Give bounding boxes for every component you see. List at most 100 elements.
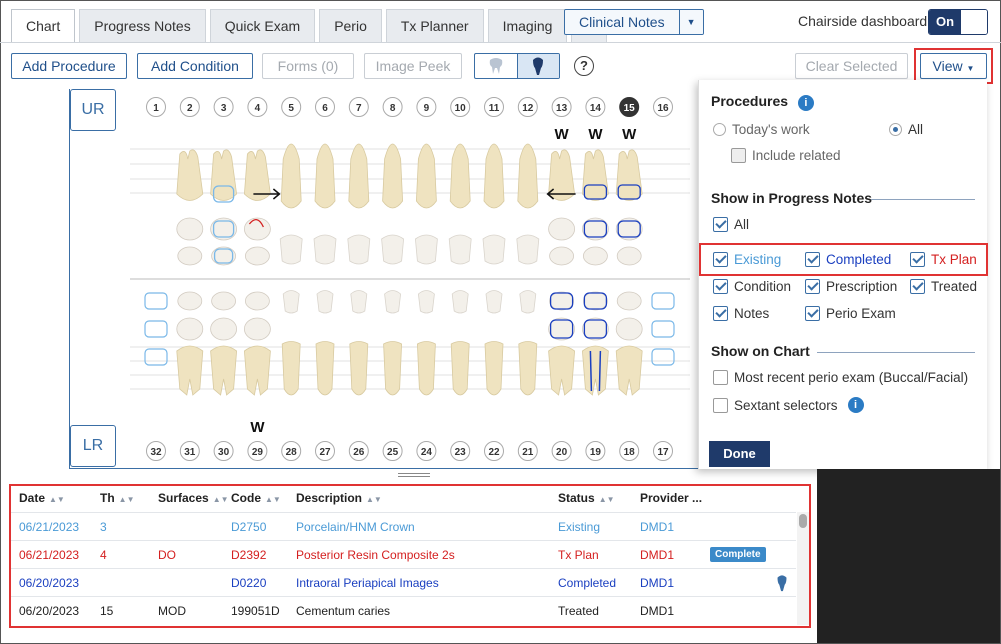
tooth-incisal[interactable] xyxy=(279,234,303,265)
tooth-upper[interactable] xyxy=(449,143,471,209)
tab-quick-exam[interactable]: Quick Exam xyxy=(209,9,316,42)
tooth-number[interactable]: 28 xyxy=(286,447,298,458)
chairside-toggle[interactable]: On xyxy=(928,9,988,35)
image-peek-button[interactable]: Image Peek xyxy=(364,53,462,79)
tooth-lower[interactable] xyxy=(176,345,204,396)
tooth-occlusal[interactable] xyxy=(176,217,204,241)
clinical-notes-dropdown[interactable]: ▼ xyxy=(678,10,703,34)
tooth-upper[interactable] xyxy=(615,149,643,201)
tab-imaging[interactable]: Imaging xyxy=(487,9,568,42)
tooth-upper[interactable] xyxy=(348,143,370,209)
tooth-incisal[interactable] xyxy=(516,234,540,265)
tooth-incisal[interactable] xyxy=(381,234,405,265)
tooth-occlusal[interactable] xyxy=(615,317,643,341)
tooth-number[interactable]: 29 xyxy=(252,447,264,458)
tooth-incisal[interactable] xyxy=(616,246,642,266)
tooth-lower[interactable] xyxy=(581,345,609,396)
tooth-incisal[interactable] xyxy=(451,290,469,314)
tooth-incisal[interactable] xyxy=(177,291,203,311)
treated-checkbox[interactable]: Treated xyxy=(910,279,977,294)
tooth-number[interactable]: 14 xyxy=(590,103,602,114)
tooth-lower[interactable] xyxy=(615,345,643,396)
tooth-lower[interactable] xyxy=(243,345,271,396)
tooth-number[interactable]: 20 xyxy=(556,447,568,458)
tooth-lower[interactable] xyxy=(548,345,576,396)
tab-perio[interactable]: Perio xyxy=(319,9,382,42)
tooth-lower[interactable] xyxy=(315,341,335,396)
tooth-number[interactable]: 25 xyxy=(387,447,399,458)
clear-selected-button[interactable]: Clear Selected xyxy=(795,53,908,79)
notes-checkbox[interactable]: Notes xyxy=(713,306,769,321)
tooth-occlusal[interactable] xyxy=(243,317,271,341)
tooth-number[interactable]: 15 xyxy=(624,103,636,114)
tooth-upper[interactable] xyxy=(210,149,238,201)
tooth-upper[interactable] xyxy=(581,149,609,201)
tooth-lower[interactable] xyxy=(383,341,403,396)
tooth-lower[interactable] xyxy=(416,341,436,396)
tooth-occlusal[interactable] xyxy=(176,317,204,341)
tooth-upper[interactable] xyxy=(415,143,437,209)
tooth-number[interactable]: 12 xyxy=(522,103,534,114)
tooth-lower[interactable] xyxy=(450,341,470,396)
tooth-number[interactable]: 31 xyxy=(184,447,196,458)
tooth-number[interactable]: 2 xyxy=(187,103,193,114)
info-icon[interactable]: i xyxy=(847,397,864,413)
tooth-incisal[interactable] xyxy=(414,234,438,265)
tooth-number[interactable]: 21 xyxy=(522,447,534,458)
tooth-root-view-button[interactable] xyxy=(516,54,559,78)
missing-tooth-marker[interactable] xyxy=(144,292,168,310)
help-icon[interactable]: ? xyxy=(574,56,594,76)
prescription-checkbox[interactable]: Prescription xyxy=(805,279,897,294)
tooth-incisal[interactable] xyxy=(583,291,608,311)
tooth-incisal[interactable] xyxy=(485,290,503,314)
tooth-lower[interactable] xyxy=(349,341,369,396)
tooth-number[interactable]: 19 xyxy=(590,447,602,458)
tooth-number[interactable]: 23 xyxy=(455,447,467,458)
missing-tooth-marker[interactable] xyxy=(144,320,168,338)
tooth-incisal[interactable] xyxy=(177,246,203,266)
tooth-incisal[interactable] xyxy=(417,290,435,314)
missing-tooth-marker[interactable] xyxy=(651,320,675,338)
tooth-incisal[interactable] xyxy=(244,291,270,311)
tab-progress-notes[interactable]: Progress Notes xyxy=(79,9,206,42)
tooth-incisal[interactable] xyxy=(519,290,537,314)
tooth-incisal[interactable] xyxy=(282,290,300,314)
tooth-occlusal[interactable] xyxy=(210,317,238,341)
tooth-number[interactable]: 11 xyxy=(489,103,500,114)
todays-work-radio[interactable]: Today's work xyxy=(713,122,810,137)
tooth-upper[interactable] xyxy=(176,149,204,201)
done-button[interactable]: Done xyxy=(709,441,770,467)
tooth-upper[interactable] xyxy=(382,143,404,209)
tooth-occlusal[interactable] xyxy=(243,217,271,241)
tooth-incisal[interactable] xyxy=(448,234,472,265)
tooth-incisal[interactable] xyxy=(549,246,575,266)
resize-splitter[interactable] xyxy=(398,473,430,477)
tooth-number[interactable]: 27 xyxy=(319,447,331,458)
tooth-occlusal[interactable] xyxy=(548,217,576,241)
tooth-incisal[interactable] xyxy=(316,290,334,314)
tooth-number[interactable]: 22 xyxy=(488,447,500,458)
tooth-incisal[interactable] xyxy=(616,291,642,311)
tooth-number[interactable]: 1 xyxy=(153,103,159,114)
tooth-number[interactable]: 5 xyxy=(288,103,294,114)
tooth-incisal[interactable] xyxy=(482,234,506,265)
info-icon[interactable]: i xyxy=(797,95,814,111)
tooth-number[interactable]: 8 xyxy=(390,103,396,114)
tooth-upper[interactable] xyxy=(280,143,302,209)
tooth-number[interactable]: 17 xyxy=(657,447,669,458)
recent-perio-checkbox[interactable]: Most recent perio exam (Buccal/Facial) xyxy=(713,370,968,385)
tooth-upper[interactable] xyxy=(548,149,576,201)
tooth-number[interactable]: 13 xyxy=(556,103,568,114)
tooth-lower[interactable] xyxy=(281,341,301,396)
missing-tooth-marker[interactable] xyxy=(144,348,168,366)
tooth-number[interactable]: 30 xyxy=(218,447,230,458)
all-procedures-radio[interactable]: All xyxy=(889,122,923,137)
tooth-incisal[interactable] xyxy=(384,290,402,314)
tooth-upper[interactable] xyxy=(314,143,336,209)
tooth-incisal[interactable] xyxy=(350,290,368,314)
tooth-lower[interactable] xyxy=(210,345,238,396)
tooth-incisal[interactable] xyxy=(347,234,371,265)
tooth-number[interactable]: 16 xyxy=(657,103,669,114)
tooth-upper[interactable] xyxy=(243,149,271,201)
tooth-incisal[interactable] xyxy=(583,246,608,266)
